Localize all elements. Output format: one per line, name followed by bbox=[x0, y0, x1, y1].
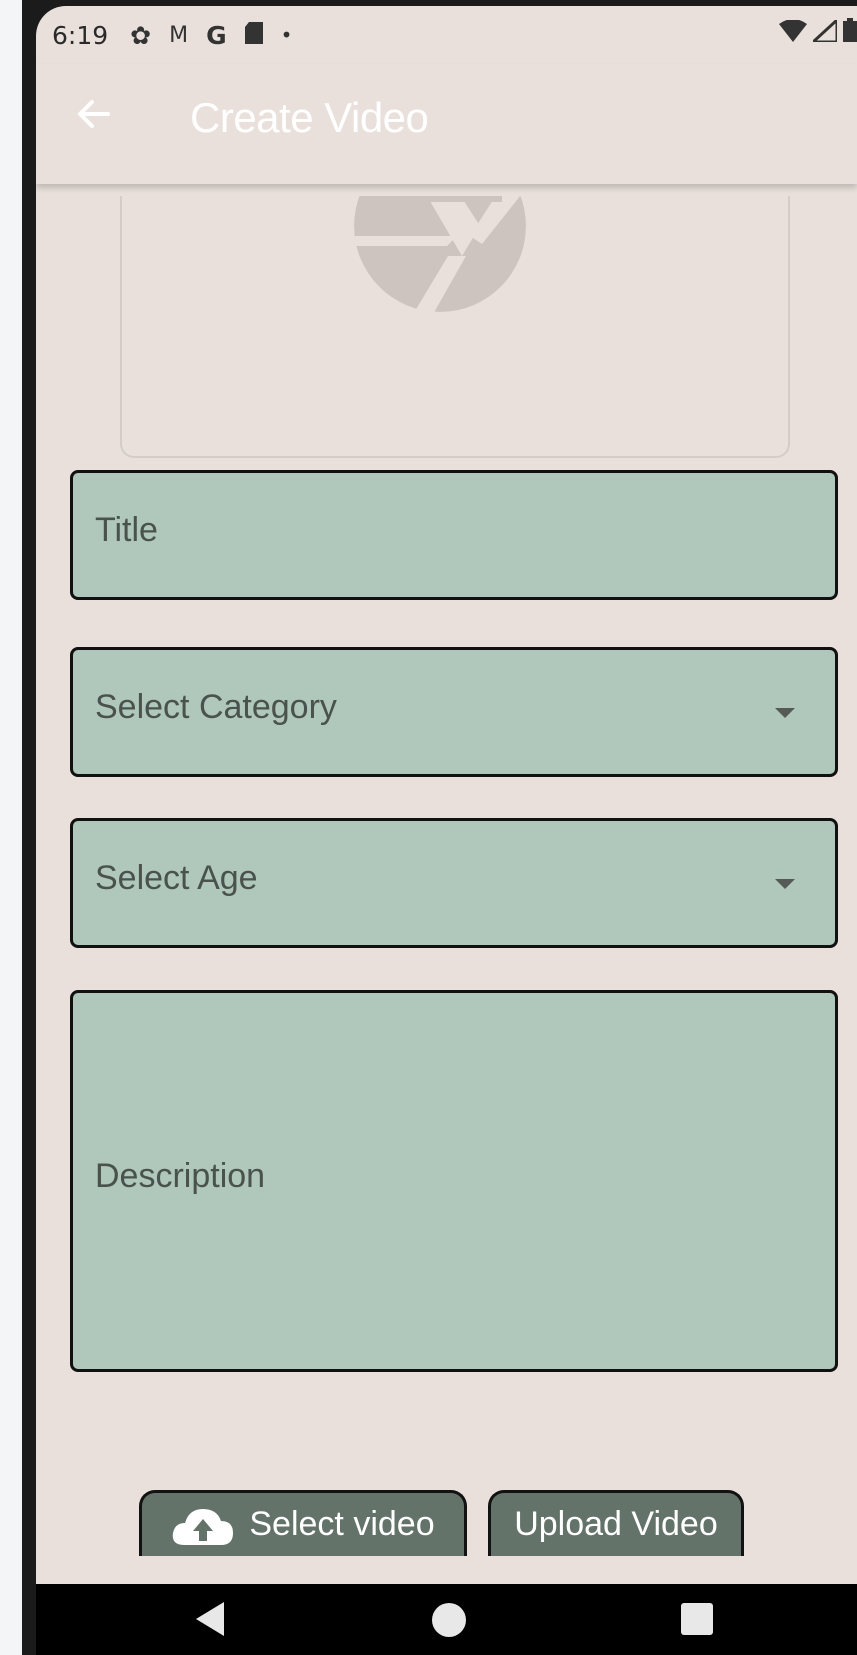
title-placeholder: Title bbox=[95, 511, 158, 549]
category-placeholder: Select Category bbox=[95, 688, 337, 726]
signal-icon bbox=[809, 16, 839, 49]
age-dropdown[interactable]: Select Age bbox=[70, 818, 838, 948]
dot-icon: • bbox=[280, 23, 293, 47]
age-placeholder: Select Age bbox=[95, 859, 258, 897]
nav-recents-icon[interactable] bbox=[681, 1603, 713, 1635]
select-video-button[interactable]: Select video bbox=[139, 1490, 467, 1556]
gear-icon: ✿ bbox=[130, 20, 152, 50]
google-icon: G bbox=[206, 20, 227, 50]
category-dropdown[interactable]: Select Category bbox=[70, 647, 838, 777]
gmail-icon: M bbox=[169, 22, 189, 48]
nav-home-icon[interactable] bbox=[432, 1603, 466, 1637]
status-bar: 6:19 ✿ M G • bbox=[36, 6, 857, 64]
system-nav-bar bbox=[36, 1584, 857, 1655]
image-picker-card[interactable] bbox=[120, 196, 790, 458]
page-title: Create Video bbox=[190, 94, 429, 141]
arrow-left-icon[interactable] bbox=[72, 92, 116, 136]
cloud-upload-icon bbox=[171, 1505, 235, 1545]
nav-back-icon[interactable] bbox=[196, 1602, 224, 1636]
app-screen: 6:19 ✿ M G • Create Video Title Select C… bbox=[36, 6, 857, 1655]
sd-card-icon bbox=[244, 21, 263, 50]
status-right-icons bbox=[779, 16, 857, 49]
camera-aperture-icon bbox=[354, 196, 526, 312]
description-placeholder: Description bbox=[95, 1157, 266, 1195]
wifi-icon bbox=[779, 18, 807, 49]
upload-video-button[interactable]: Upload Video bbox=[488, 1490, 744, 1556]
chevron-down-icon bbox=[775, 879, 795, 889]
battery-icon bbox=[843, 18, 857, 49]
app-bar: Create Video bbox=[36, 64, 857, 184]
status-time: 6:19 bbox=[52, 20, 109, 50]
chevron-down-icon bbox=[775, 708, 795, 718]
description-field[interactable]: Description bbox=[70, 990, 838, 1372]
select-video-label: Select video bbox=[249, 1505, 435, 1543]
upload-video-label: Upload Video bbox=[514, 1505, 718, 1543]
title-field[interactable]: Title bbox=[70, 470, 838, 600]
